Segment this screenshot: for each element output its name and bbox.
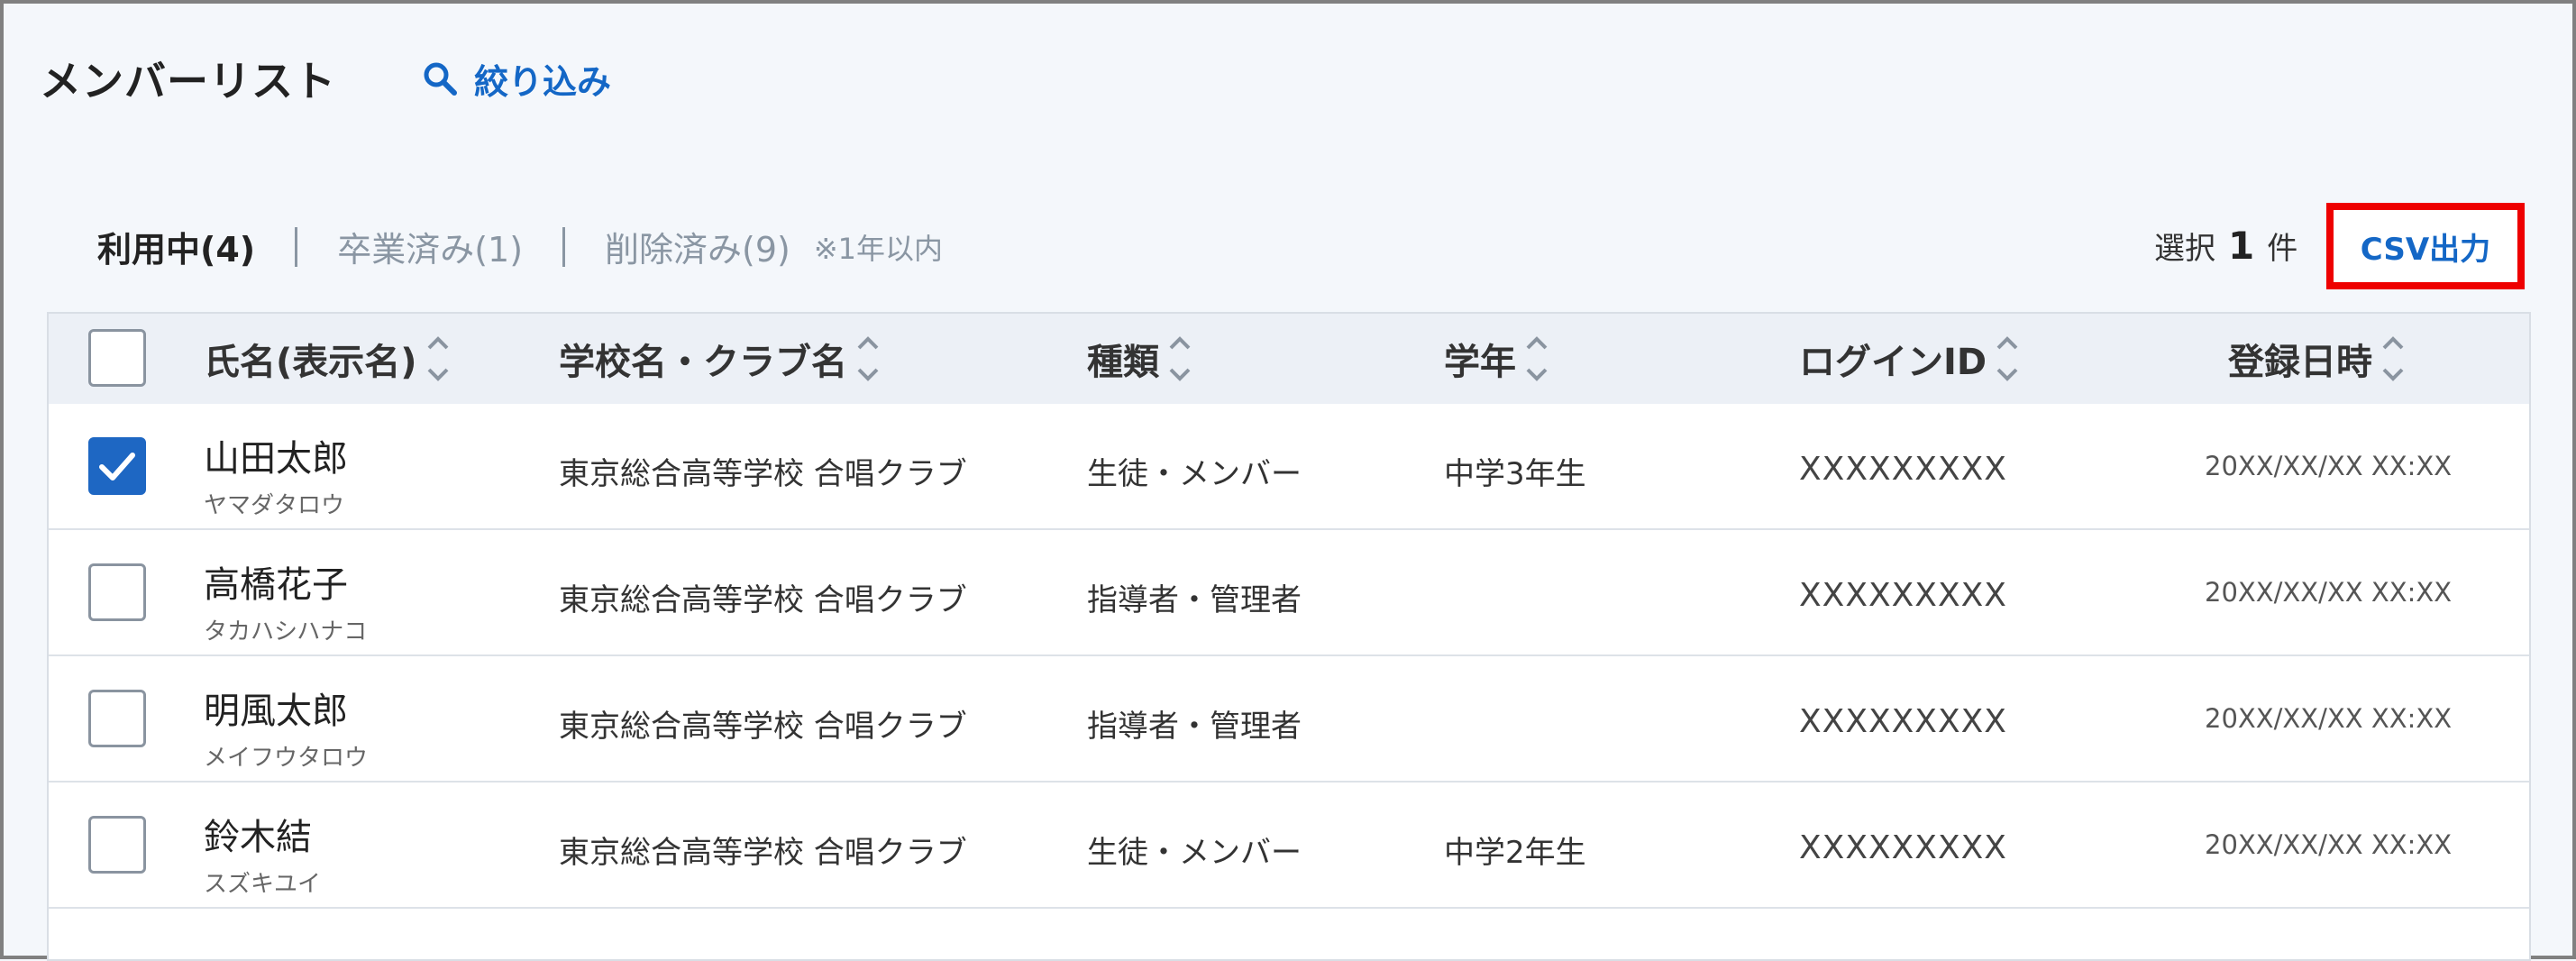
csv-export-button[interactable]: CSV出力 — [2326, 203, 2525, 289]
login-id-cell: XXXXXXXXX — [1799, 829, 2007, 866]
page-header: メンバーリスト 絞り込み — [40, 49, 611, 108]
member-name-cell: 鈴木結 スズキユイ — [204, 808, 321, 899]
member-name: 高橋花子 — [204, 564, 348, 606]
page-title: メンバーリスト — [40, 57, 336, 105]
column-header-type[interactable]: 種類 — [1087, 314, 1192, 404]
sort-icon[interactable] — [1996, 330, 2019, 388]
table-row[interactable]: 鈴木結 スズキユイ 東京総合高等学校 合唱クラブ 生徒・メンバー 中学2年生 X… — [49, 783, 2529, 909]
type-cell: 生徒・メンバー — [1087, 456, 1302, 492]
tab-note: ※1年以内 — [813, 231, 944, 266]
status-tabs: 利用中(4) 卒業済み(1) 削除済み(9) ※1年以内 — [97, 222, 943, 271]
column-header-grade[interactable]: 学年 — [1444, 314, 1548, 404]
row-checkbox[interactable] — [88, 437, 146, 495]
member-name: 明風太郎 — [204, 691, 348, 732]
sort-icon[interactable] — [856, 330, 880, 388]
registered-cell: 20XX/XX/XX XX:XX — [2205, 451, 2453, 481]
type-cell: 指導者・管理者 — [1087, 709, 1302, 745]
school-cell: 東京総合高等学校 合唱クラブ — [559, 456, 967, 492]
sort-icon[interactable] — [1168, 330, 1192, 388]
check-icon — [99, 453, 135, 480]
member-name-cell: 山田太郎 ヤマダタロウ — [204, 429, 348, 520]
row-checkbox[interactable] — [88, 690, 146, 747]
table-header: 氏名(表示名) 学校名・クラブ名 種類 学年 ログインID 登録日時 — [49, 314, 2529, 406]
tab-graduated[interactable]: 卒業済み(1) — [337, 222, 523, 271]
type-cell: 指導者・管理者 — [1087, 582, 1302, 618]
registered-cell: 20XX/XX/XX XX:XX — [2205, 703, 2453, 734]
filter-button[interactable]: 絞り込み — [422, 54, 611, 104]
tab-deleted[interactable]: 削除済み(9) — [605, 222, 790, 271]
column-header-name[interactable]: 氏名(表示名) — [204, 314, 450, 404]
member-kana: ヤマダタロウ — [204, 492, 345, 519]
member-table: 氏名(表示名) 学校名・クラブ名 種類 学年 ログインID 登録日時 山田太郎 … — [47, 312, 2531, 961]
column-header-login-id[interactable]: ログインID — [1799, 314, 2019, 404]
member-name: 鈴木結 — [204, 817, 312, 858]
sort-icon[interactable] — [1525, 330, 1548, 388]
login-id-cell: XXXXXXXXX — [1799, 577, 2007, 614]
selection-count: 選択 1 件 — [2154, 224, 2297, 268]
member-kana: タカハシハナコ — [204, 618, 368, 645]
login-id-cell: XXXXXXXXX — [1799, 703, 2007, 740]
app-frame: メンバーリスト 絞り込み 利用中(4) 卒業済み(1) 削除済み(9) ※1年以… — [0, 0, 2576, 961]
grade-cell: 中学3年生 — [1444, 456, 1586, 492]
search-icon — [424, 62, 457, 96]
member-kana: メイフウタロウ — [204, 745, 369, 772]
selection-suffix: 件 — [2267, 231, 2298, 267]
school-cell: 東京総合高等学校 合唱クラブ — [559, 582, 967, 618]
column-header-school[interactable]: 学校名・クラブ名 — [559, 314, 880, 404]
sort-icon[interactable] — [2381, 330, 2405, 388]
member-kana: スズキユイ — [204, 871, 322, 898]
school-cell: 東京総合高等学校 合唱クラブ — [559, 709, 967, 745]
tab-active[interactable]: 利用中(4) — [97, 222, 255, 271]
login-id-cell: XXXXXXXXX — [1799, 451, 2007, 488]
tab-divider — [295, 226, 298, 267]
row-checkbox[interactable] — [88, 816, 146, 874]
table-row[interactable]: 高橋花子 タカハシハナコ 東京総合高等学校 合唱クラブ 指導者・管理者 XXXX… — [49, 530, 2529, 656]
type-cell: 生徒・メンバー — [1087, 835, 1302, 871]
column-header-registered[interactable]: 登録日時 — [2228, 314, 2405, 404]
selection-prefix: 選択 — [2154, 231, 2215, 267]
grade-cell: 中学2年生 — [1444, 835, 1586, 871]
member-name-cell: 高橋花子 タカハシハナコ — [204, 555, 367, 646]
registered-cell: 20XX/XX/XX XX:XX — [2205, 829, 2453, 860]
member-name: 山田太郎 — [204, 438, 348, 480]
member-name-cell: 明風太郎 メイフウタロウ — [204, 682, 368, 773]
row-checkbox[interactable] — [88, 563, 146, 621]
table-row[interactable]: 山田太郎 ヤマダタロウ 東京総合高等学校 合唱クラブ 生徒・メンバー 中学3年生… — [49, 404, 2529, 530]
tab-divider — [562, 226, 566, 267]
school-cell: 東京総合高等学校 合唱クラブ — [559, 835, 967, 871]
table-row[interactable]: 明風太郎 メイフウタロウ 東京総合高等学校 合唱クラブ 指導者・管理者 XXXX… — [49, 656, 2529, 783]
select-all-checkbox[interactable] — [88, 329, 146, 387]
selection-number: 1 — [2228, 224, 2255, 268]
sort-icon[interactable] — [426, 330, 450, 388]
registered-cell: 20XX/XX/XX XX:XX — [2205, 577, 2453, 608]
filter-label: 絞り込み — [474, 61, 612, 102]
